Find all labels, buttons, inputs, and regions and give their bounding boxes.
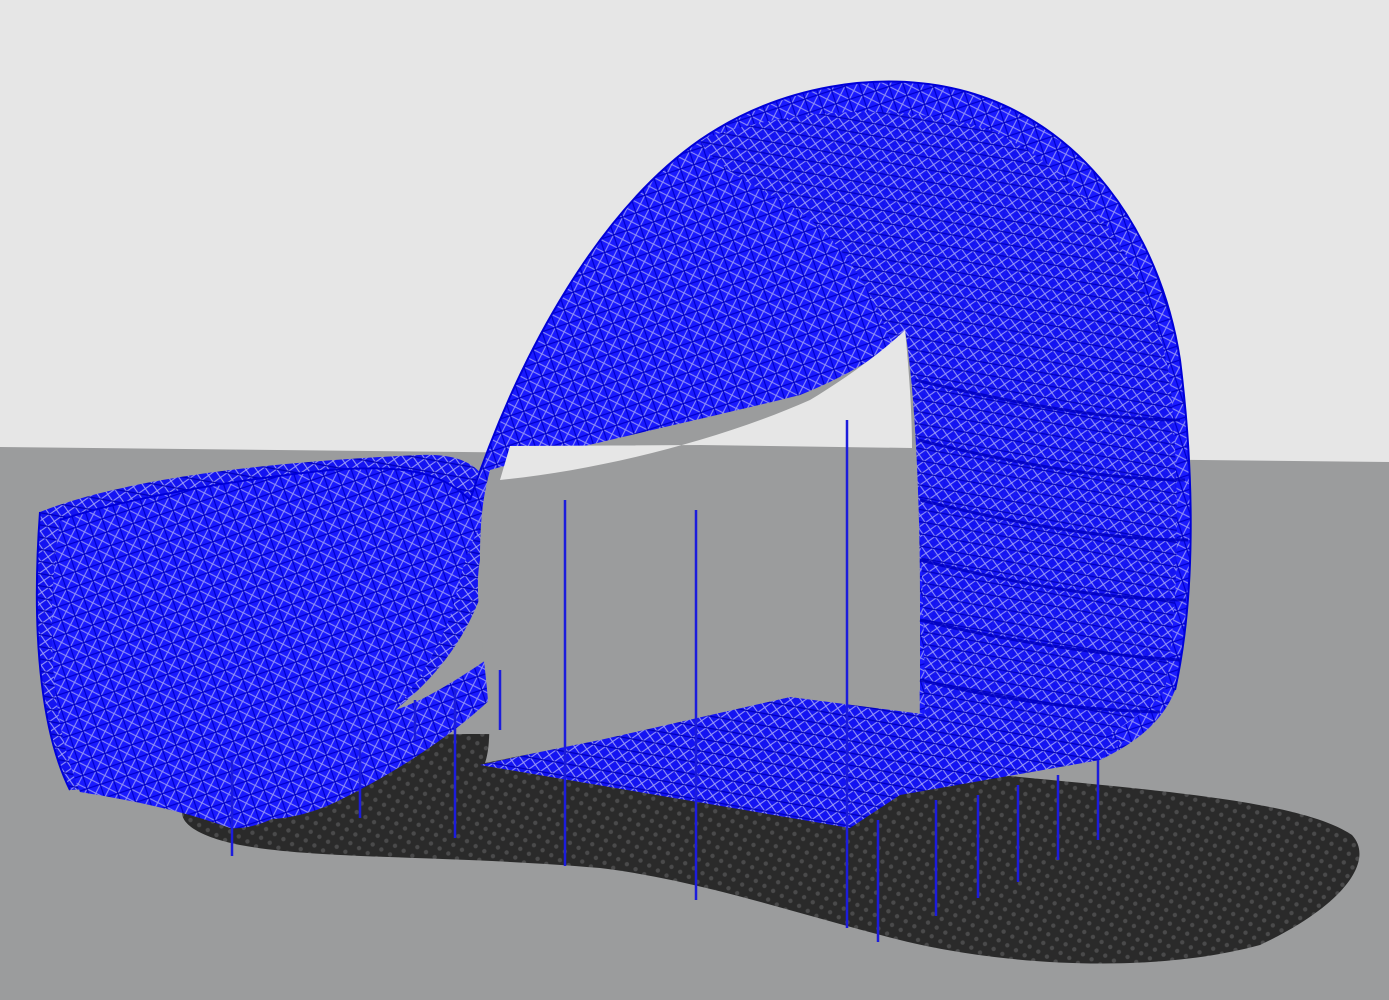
wireframe-render [0, 0, 1389, 1000]
3d-viewport[interactable] [0, 0, 1389, 1000]
